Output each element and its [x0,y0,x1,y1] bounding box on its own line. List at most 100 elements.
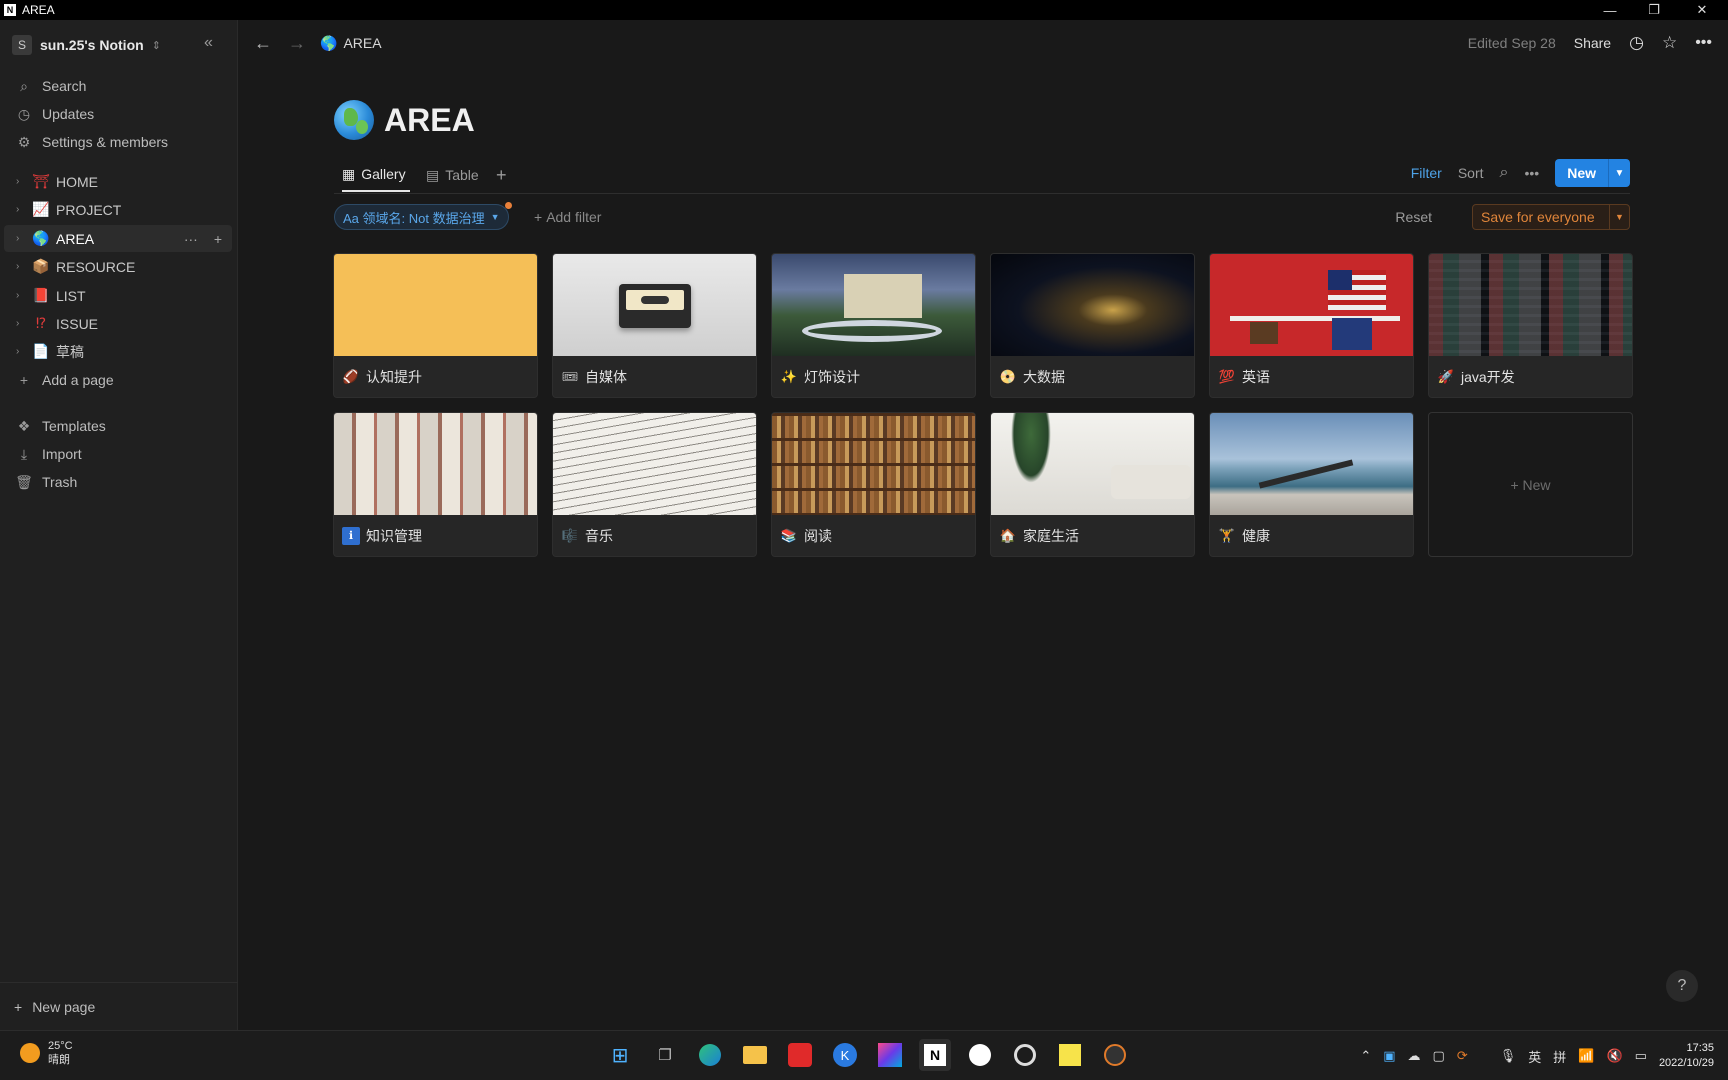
filter-bar: Aa 领域名: Not 数据治理 ▼ + Add filter Reset Sa… [334,202,1630,232]
sidebar-page-area[interactable]: › 🌎 AREA ··· + [4,225,232,252]
start-icon[interactable]: ⊞ [604,1039,636,1071]
more-icon[interactable]: ••• [1524,165,1539,181]
filter-chip[interactable]: Aa 领域名: Not 数据治理 ▼ [334,202,512,230]
workspace-switcher[interactable]: S sun.25's Notion ⇕ [12,32,161,58]
forward-arrow-icon[interactable]: → [288,33,306,54]
more-icon[interactable]: ••• [1695,34,1712,52]
ime-language[interactable]: 英 [1528,1047,1541,1066]
weather-widget[interactable]: 25°C 晴朗 [20,1039,73,1067]
grid-icon: ▦ [342,165,356,182]
media-player-icon[interactable] [1099,1039,1131,1071]
add-subpage-icon[interactable]: + [214,231,222,247]
reset-button[interactable]: Reset [1395,204,1432,230]
close-icon[interactable]: ✕ [1682,0,1722,20]
package-icon: 📦 [32,258,50,274]
netease-music-icon[interactable] [784,1039,816,1071]
intellij-icon[interactable] [874,1039,906,1071]
tab-gallery[interactable]: ▦ Gallery [342,158,410,192]
collapse-sidebar-icon[interactable]: « [204,34,213,52]
sidebar-trash[interactable]: 🗑 Trash [0,468,238,496]
microphone-icon[interactable]: 🎙 [1500,1048,1517,1064]
add-view-icon[interactable]: + [496,158,507,192]
filter-button[interactable]: Filter [1411,165,1442,181]
breadcrumb[interactable]: 🌎 AREA [320,35,382,52]
sort-button[interactable]: Sort [1458,165,1484,181]
add-page-button[interactable]: + Add a page [0,366,238,394]
edge-icon[interactable] [694,1039,726,1071]
search-icon[interactable]: ⌕ [1500,164,1509,182]
more-options-icon[interactable]: ··· [184,231,198,247]
gallery-card[interactable]: 📚 阅读 [772,413,975,556]
new-page-button[interactable]: + New page [0,982,238,1030]
ime-mode[interactable]: 拼 [1553,1047,1566,1066]
wifi-icon[interactable]: 📶 [1578,1048,1594,1064]
gallery-card[interactable]: 🏠 家庭生活 [991,413,1194,556]
gallery-card[interactable]: 💯 英语 [1210,254,1413,397]
gallery-card[interactable]: 📀 大数据 [991,254,1194,397]
gallery-card[interactable]: 🏋 健康 [1210,413,1413,556]
gallery-card[interactable]: 🎼 音乐 [553,413,756,556]
sidebar-import[interactable]: ⤓ Import [0,440,238,468]
task-view-icon[interactable]: ❐ [649,1039,681,1071]
tab-table[interactable]: ▤ Table [426,158,479,192]
app-icon[interactable] [964,1039,996,1071]
globe-icon[interactable] [334,100,374,140]
gallery-card[interactable]: 🚀 java开发 [1429,254,1632,397]
chevron-down-icon[interactable]: ▼ [1609,205,1629,229]
chrome-icon[interactable] [1009,1039,1041,1071]
updown-chevron-icon: ⇕ [151,39,161,52]
save-for-everyone-button[interactable]: Save for everyone ▼ [1472,204,1630,230]
expand-arrow-icon[interactable]: › [16,176,26,187]
clock[interactable]: 17:35 2022/10/29 [1659,1041,1714,1071]
share-button[interactable]: Share [1574,35,1611,51]
tray-app-icon[interactable]: ▢ [1433,1048,1445,1064]
back-arrow-icon[interactable]: ← [254,33,272,54]
gallery-card[interactable]: 🎟 自媒体 [553,254,756,397]
new-card-button[interactable]: + New [1429,413,1632,556]
gallery-card[interactable]: 🏈 认知提升 [334,254,537,397]
sidebar-page-issue[interactable]: › ⁉ ISSUE [4,310,232,337]
battery-icon[interactable]: ▭ [1635,1048,1647,1064]
sidebar-page-list[interactable]: › 📕 LIST [4,282,232,309]
page-title[interactable]: AREA [384,102,475,139]
sidebar-search[interactable]: ⌕ Search [0,72,238,100]
sidebar-settings[interactable]: ⚙ Settings & members [0,128,238,156]
expand-arrow-icon[interactable]: › [16,346,26,357]
new-record-button[interactable]: New ▼ [1555,159,1630,187]
expand-arrow-icon[interactable]: › [16,204,26,215]
sidebar-page-project[interactable]: › 📈 PROJECT [4,196,232,223]
gallery-card[interactable]: ✨ 灯饰设计 [772,254,975,397]
file-explorer-icon[interactable] [739,1039,771,1071]
expand-arrow-icon[interactable]: › [16,233,26,244]
expand-arrow-icon[interactable]: › [16,290,26,301]
volume-muted-icon[interactable]: 🔇 [1606,1048,1622,1064]
add-filter-button[interactable]: + Add filter [534,204,601,230]
card-icon: 💯 [1218,368,1236,384]
notion-taskbar-icon[interactable]: N [919,1039,951,1071]
star-icon[interactable]: ☆ [1662,33,1677,53]
expand-arrow-icon[interactable]: › [16,261,26,272]
sidebar-page-draft[interactable]: › 📄 草稿 [4,338,232,365]
sidebar-updates[interactable]: ◷ Updates [0,100,238,128]
cloud-icon[interactable]: ☁ [1408,1048,1421,1064]
gallery-card[interactable]: ℹ 知识管理 [334,413,537,556]
sticky-notes-icon[interactable] [1054,1039,1086,1071]
new-button-label[interactable]: New [1555,159,1608,187]
clock-date: 2022/10/29 [1658,1057,1714,1069]
sidebar-page-home[interactable]: › ⛩ HOME [4,168,232,195]
plus-icon: + [14,998,23,1015]
sidebar-templates[interactable]: ❖ Templates [0,412,238,440]
sidebar-page-resource[interactable]: › 📦 RESOURCE [4,253,232,280]
plus-icon: + [534,209,543,225]
tray-app-icon[interactable]: ▣ [1383,1048,1395,1064]
kuwo-icon[interactable]: K [829,1039,861,1071]
sync-icon[interactable]: ⟳ [1457,1048,1468,1064]
expand-arrow-icon[interactable]: › [16,318,26,329]
chevron-down-icon[interactable]: ▼ [1608,159,1630,187]
history-icon[interactable]: ◷ [1629,33,1644,53]
chevron-up-icon[interactable]: ⌃ [1360,1048,1371,1064]
help-button[interactable]: ? [1666,970,1698,1002]
database-view-bar: ▦ Gallery ▤ Table + Filter Sort ⌕ ••• Ne… [334,158,1630,194]
minimize-icon[interactable]: — [1590,0,1630,20]
restore-icon[interactable]: ❐ [1634,0,1674,20]
